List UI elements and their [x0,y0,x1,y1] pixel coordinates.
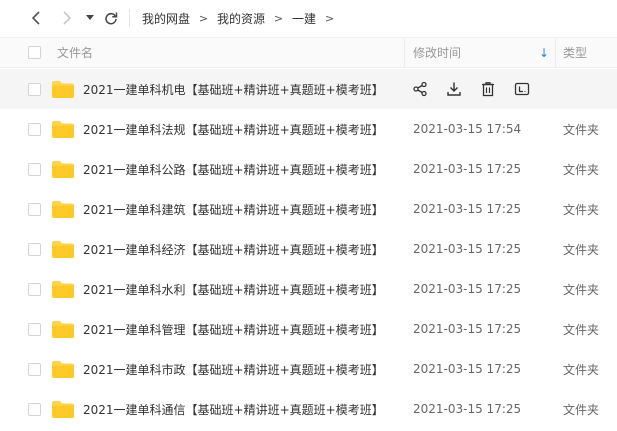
folder-icon [52,401,74,418]
file-name[interactable]: 2021一建单科市政【基础班+精讲班+真题班+模考班】 [83,349,384,389]
download-icon [447,82,461,96]
rename-button[interactable] [513,80,531,98]
chevron-right-icon [63,11,72,25]
folder-icon [52,281,74,298]
delete-button[interactable] [479,80,497,98]
file-modified: 2021-03-15 17:54 [413,122,522,136]
row-checkbox[interactable] [28,83,41,96]
file-modified: 2021-03-15 17:25 [413,322,522,336]
file-modified: 2021-03-15 17:25 [413,202,522,216]
breadcrumb-item-my-resources[interactable]: 我的资源 [217,10,265,27]
column-name[interactable]: 文件名 [57,38,93,67]
file-type: 文件夹 [563,162,600,177]
row-checkbox[interactable] [28,123,41,136]
breadcrumb-separator: > [198,12,209,25]
breadcrumb-separator: > [273,12,284,25]
breadcrumb-item-my-drive[interactable]: 我的网盘 [142,10,190,27]
folder-icon [52,241,74,258]
caret-down-icon [86,15,94,20]
folder-icon [52,321,74,338]
breadcrumb-item-current[interactable]: 一建 [292,10,316,27]
file-row[interactable]: 2021一建单科水利【基础班+精讲班+真题班+模考班】 2021-03-15 1… [0,269,617,309]
history-dropdown-button[interactable] [80,8,100,28]
toolbar-divider [129,9,130,27]
file-name[interactable]: 2021一建单科通信【基础班+精讲班+真题班+模考班】 [83,389,384,429]
file-name[interactable]: 2021一建单科水利【基础班+精讲班+真题班+模考班】 [83,269,384,309]
download-button[interactable] [445,80,463,98]
file-type: 文件夹 [563,122,600,137]
file-row[interactable]: 2021一建单科法规【基础班+精讲班+真题班+模考班】 2021-03-15 1… [0,109,617,149]
folder-icon [52,81,74,98]
sort-desc-icon[interactable]: ↓ [539,38,549,67]
row-checkbox[interactable] [28,283,41,296]
back-button[interactable] [26,8,46,28]
share-button[interactable] [411,80,429,98]
file-row[interactable]: 2021一建单科建筑【基础班+精讲班+真题班+模考班】 2021-03-15 1… [0,189,617,229]
file-row[interactable]: 2021一建单科公路【基础班+精讲班+真题班+模考班】 2021-03-15 1… [0,149,617,189]
row-checkbox[interactable] [28,323,41,336]
file-list-header: 文件名 修改时间 ↓ 类型 [0,37,617,68]
column-modified[interactable]: 修改时间 [413,38,461,67]
file-modified: 2021-03-15 17:25 [413,362,522,376]
file-row[interactable]: 2021一建单科经济【基础班+精讲班+真题班+模考班】 2021-03-15 1… [0,229,617,269]
file-row[interactable]: 2021一建单科通信【基础班+精讲班+真题班+模考班】 2021-03-15 1… [0,389,617,429]
rename-icon [514,82,530,96]
file-row[interactable]: 2021一建单科市政【基础班+精讲班+真题班+模考班】 2021-03-15 1… [0,349,617,389]
breadcrumb-separator: > [324,12,335,25]
row-checkbox[interactable] [28,363,41,376]
file-name[interactable]: 2021一建单科建筑【基础班+精讲班+真题班+模考班】 [83,189,384,229]
folder-icon [52,201,74,218]
file-modified: 2021-03-15 17:25 [413,162,522,176]
column-divider[interactable] [404,38,405,67]
file-type: 文件夹 [563,282,600,297]
select-all-checkbox-cell[interactable] [28,38,41,67]
file-modified: 2021-03-15 17:25 [413,282,522,296]
file-row[interactable]: 2021一建单科机电【基础班+精讲班+真题班+模考班】 [0,69,617,109]
file-name[interactable]: 2021一建单科公路【基础班+精讲班+真题班+模考班】 [83,149,384,189]
refresh-icon [105,12,118,25]
folder-icon [52,121,74,138]
file-type: 文件夹 [563,242,600,257]
delete-icon [482,82,494,97]
file-type: 文件夹 [563,202,600,217]
column-divider[interactable] [555,38,556,67]
file-type: 文件夹 [563,402,600,417]
file-type: 文件夹 [563,362,600,377]
file-name[interactable]: 2021一建单科管理【基础班+精讲班+真题班+模考班】 [83,309,384,349]
select-all-checkbox[interactable] [28,46,41,59]
forward-button[interactable] [57,8,77,28]
file-modified: 2021-03-15 17:25 [413,242,522,256]
chevron-left-icon [31,11,40,25]
file-type: 文件夹 [563,322,600,337]
file-name[interactable]: 2021一建单科法规【基础班+精讲班+真题班+模考班】 [83,109,384,149]
folder-icon [52,361,74,378]
file-row[interactable]: 2021一建单科管理【基础班+精讲班+真题班+模考班】 2021-03-15 1… [0,309,617,349]
file-name[interactable]: 2021一建单科经济【基础班+精讲班+真题班+模考班】 [83,229,384,269]
file-name[interactable]: 2021一建单科机电【基础班+精讲班+真题班+模考班】 [83,69,384,109]
breadcrumb: 我的网盘 > 我的资源 > 一建 > [142,0,343,37]
row-checkbox[interactable] [28,163,41,176]
row-checkbox[interactable] [28,403,41,416]
file-modified: 2021-03-15 17:25 [413,402,522,416]
share-icon [413,81,427,97]
row-checkbox[interactable] [28,243,41,256]
navigation-toolbar: 我的网盘 > 我的资源 > 一建 > [0,0,617,37]
folder-icon [52,161,74,178]
column-type[interactable]: 类型 [563,38,587,67]
row-checkbox[interactable] [28,203,41,216]
refresh-button[interactable] [101,8,121,28]
